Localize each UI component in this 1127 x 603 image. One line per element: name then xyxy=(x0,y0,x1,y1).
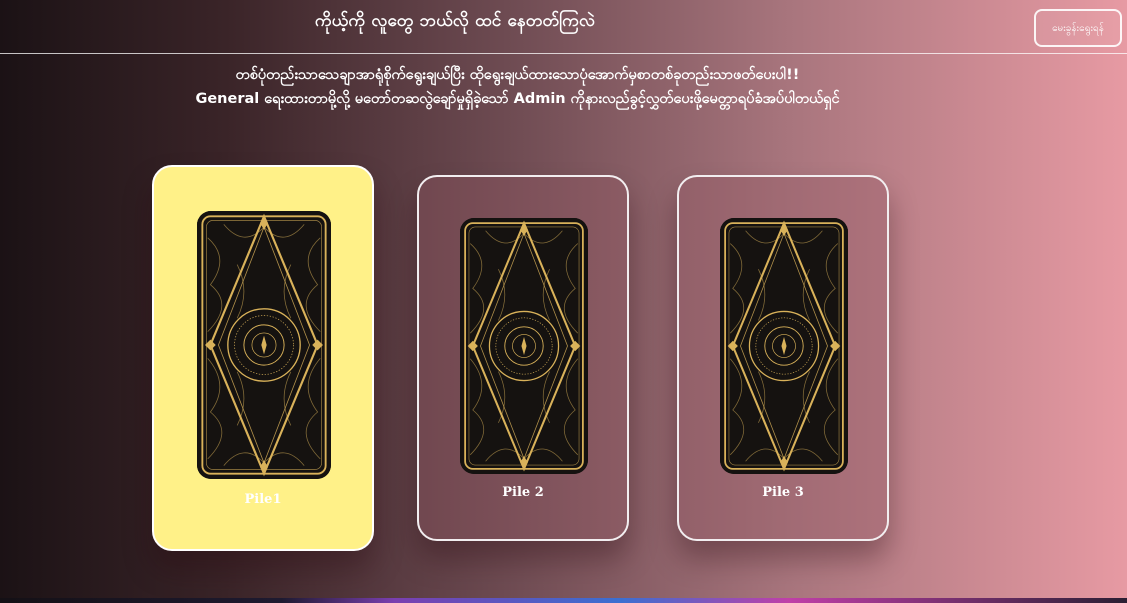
tarot-card-back-icon xyxy=(720,218,848,474)
page-title: ကိုယ့်ကို လူတွေ ဘယ်လို ထင် နေတတ်ကြလဲ xyxy=(314,11,596,31)
instruction-line-2: General ရေးထားတာမို့လို့ မတော်တဆလွဲချော်… xyxy=(195,91,840,107)
instructions: တစ်ပုံတည်းသာသေချာအာရုံစိုက်ရွေးချယ်ပြီး … xyxy=(0,63,1035,111)
pile-2-label: Pile 2 xyxy=(502,485,544,500)
pile-1-option[interactable]: Pile1 xyxy=(152,165,374,551)
tarot-card-back-icon xyxy=(460,218,588,474)
pile-3-label: Pile 3 xyxy=(762,485,804,500)
choose-question-button[interactable]: မေးခွန်းရွေးရန် xyxy=(1034,9,1122,47)
top-bar: ကိုယ့်ကို လူတွေ ဘယ်လို ထင် နေတတ်ကြလဲ မေး… xyxy=(0,0,1127,54)
pile-2-option[interactable]: Pile 2 xyxy=(417,175,629,541)
tarot-card-back-icon xyxy=(197,211,331,479)
pile-3-option[interactable]: Pile 3 xyxy=(677,175,889,541)
instruction-line-1: တစ်ပုံတည်းသာသေချာအာရုံစိုက်ရွေးချယ်ပြီး … xyxy=(235,67,800,83)
bottom-accent-strip xyxy=(0,598,1127,603)
pile-1-label: Pile1 xyxy=(244,492,282,507)
